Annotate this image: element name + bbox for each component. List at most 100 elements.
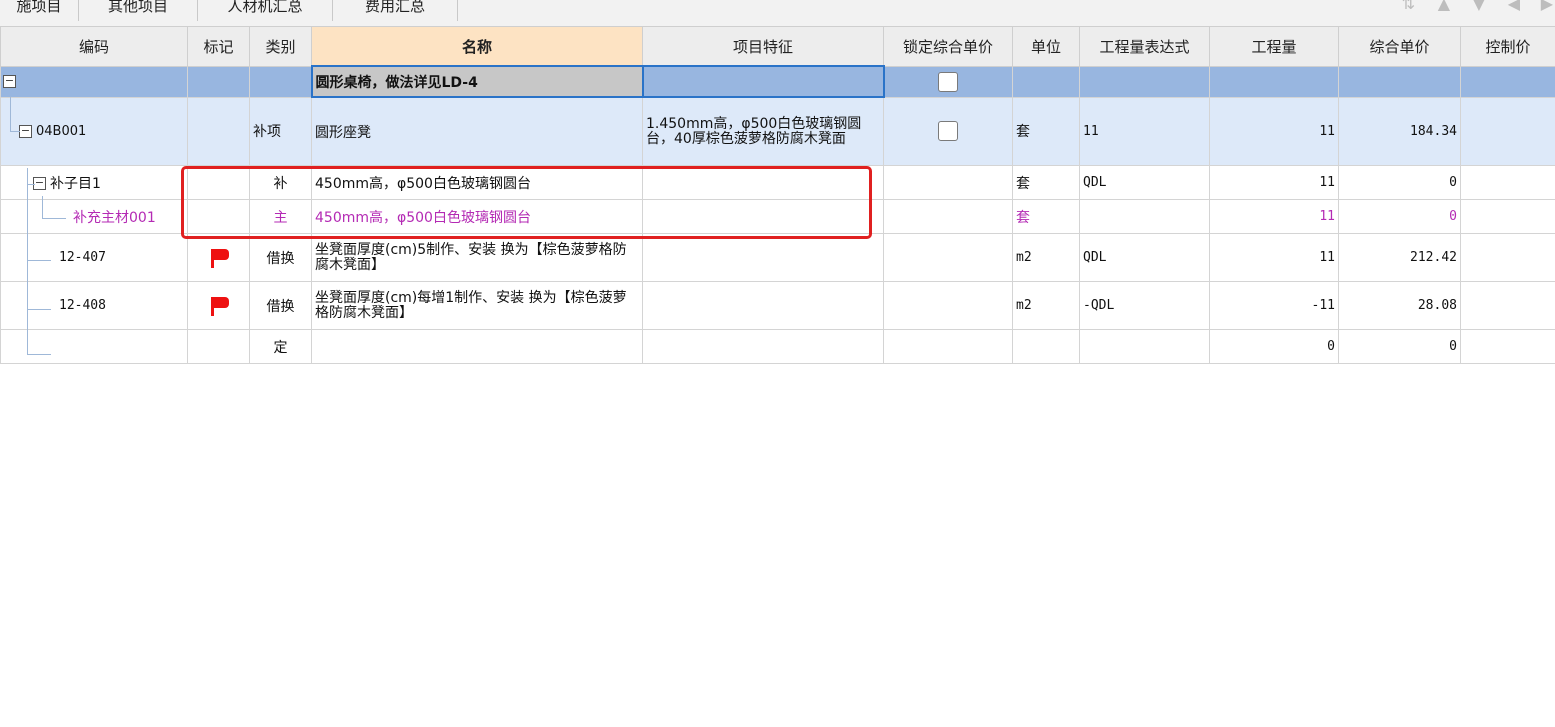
cell-feature[interactable] [641, 65, 885, 98]
table-row[interactable]: 12-408 借换 坐凳面厚度(cm)每增1制作、安装 换为【棕色菠萝格防腐木凳… [0, 281, 1555, 330]
cell-price[interactable]: 0 [1338, 165, 1461, 200]
col-qty-header[interactable]: 工程量 [1209, 26, 1339, 67]
cell-expr[interactable]: QDL [1079, 165, 1210, 200]
cell-qty[interactable] [1209, 65, 1339, 98]
table-row[interactable]: 补充主材001 主 450mm高，φ500白色玻璃钢圆台 套 11 0 [0, 199, 1555, 234]
cell-expr[interactable] [1079, 329, 1210, 364]
cell-mark[interactable] [187, 199, 250, 234]
cell-locked[interactable] [883, 96, 1013, 166]
col-feature-header[interactable]: 项目特征 [642, 26, 884, 67]
cell-code[interactable] [0, 329, 188, 364]
cell-code[interactable]: −04B001 [0, 96, 188, 166]
sort-icon[interactable]: ⇅ [1402, 0, 1415, 13]
cell-feature[interactable] [642, 165, 884, 200]
cell-control[interactable] [1460, 65, 1555, 98]
cell-type[interactable]: 补 [249, 165, 312, 200]
cell-name[interactable]: 坐凳面厚度(cm)每增1制作、安装 换为【棕色菠萝格防腐木凳面】 [311, 281, 643, 330]
move-up-icon[interactable]: ▲ [1438, 0, 1450, 13]
cell-unit[interactable]: m2 [1012, 233, 1080, 282]
cell-unit[interactable] [1012, 65, 1080, 98]
col-control-header[interactable]: 控制价 [1460, 26, 1555, 67]
table-row[interactable]: 定 0 0 [0, 329, 1555, 364]
cell-feature[interactable] [642, 199, 884, 234]
cell-mark[interactable] [187, 65, 250, 98]
tab-fee-summary[interactable]: 费用汇总 [333, 0, 458, 21]
cell-qty[interactable]: -11 [1209, 281, 1339, 330]
cell-type[interactable]: 借换 [249, 233, 312, 282]
cell-price[interactable]: 28.08 [1338, 281, 1461, 330]
move-right-icon[interactable]: ▶ [1541, 0, 1553, 13]
cell-unit[interactable]: 套 [1012, 199, 1080, 234]
cell-qty[interactable]: 0 [1209, 329, 1339, 364]
table-row[interactable]: − 圆形桌椅，做法详见LD-4 [0, 65, 1555, 98]
move-left-icon[interactable]: ◀ [1508, 0, 1520, 13]
cell-qty[interactable]: 11 [1209, 233, 1339, 282]
cell-name[interactable] [311, 329, 643, 364]
cell-name[interactable]: 圆形桌椅，做法详见LD-4 [310, 65, 644, 98]
cell-mark[interactable] [187, 165, 250, 200]
col-locked-price-header[interactable]: 锁定综合单价 [883, 26, 1013, 67]
cell-price[interactable]: 184.34 [1338, 96, 1461, 166]
cell-name[interactable]: 450mm高，φ500白色玻璃钢圆台 [311, 199, 643, 234]
collapse-icon[interactable]: − [19, 124, 32, 138]
collapse-icon[interactable]: − [3, 75, 16, 88]
cell-control[interactable] [1460, 96, 1555, 166]
cell-type[interactable]: 借换 [249, 281, 312, 330]
cell-feature[interactable] [642, 329, 884, 364]
cell-type[interactable]: 补项 [249, 96, 312, 166]
cell-qty[interactable]: 11 [1209, 199, 1339, 234]
cell-type[interactable]: 主 [249, 199, 312, 234]
cell-locked[interactable] [883, 165, 1013, 200]
cell-control[interactable] [1460, 329, 1555, 364]
cell-unit[interactable]: 套 [1012, 165, 1080, 200]
lock-price-checkbox[interactable] [938, 121, 958, 142]
cell-expr[interactable]: -QDL [1079, 281, 1210, 330]
cell-mark[interactable] [187, 96, 250, 166]
flag-icon[interactable] [208, 296, 230, 316]
cell-type[interactable] [249, 65, 312, 98]
cell-qty[interactable]: 11 [1209, 165, 1339, 200]
cell-code[interactable]: 12-408 [0, 281, 188, 330]
cell-control[interactable] [1460, 165, 1555, 200]
lock-price-checkbox[interactable] [938, 71, 959, 92]
cell-control[interactable] [1460, 281, 1555, 330]
cell-control[interactable] [1460, 199, 1555, 234]
flag-icon[interactable] [208, 248, 230, 268]
tab-labor-material-summary[interactable]: 人材机汇总 [198, 0, 333, 21]
cell-unit[interactable]: m2 [1012, 281, 1080, 330]
cell-code[interactable]: − 补子目1 [0, 165, 188, 200]
col-mark-header[interactable]: 标记 [187, 26, 250, 67]
col-name-header[interactable]: 名称 [311, 26, 643, 67]
cell-mark[interactable] [187, 233, 250, 282]
table-row[interactable]: −04B001 补项 圆形座凳 1.450mm高，φ500白色玻璃钢圆台，40厚… [0, 96, 1555, 166]
cell-expr[interactable]: 11 [1079, 96, 1210, 166]
cell-unit[interactable]: 套 [1012, 96, 1080, 166]
cell-price[interactable] [1338, 65, 1461, 98]
table-row[interactable]: − 补子目1 补 450mm高，φ500白色玻璃钢圆台 套 QDL 11 0 [0, 165, 1555, 200]
tab-measures[interactable]: 施项目 [0, 0, 79, 21]
cell-feature[interactable] [642, 233, 884, 282]
cell-mark[interactable] [187, 281, 250, 330]
tab-other-items[interactable]: 其他项目 [79, 0, 198, 21]
cell-code[interactable]: − [0, 65, 188, 98]
cell-expr[interactable] [1079, 65, 1210, 98]
cell-code[interactable]: 补充主材001 [0, 199, 188, 234]
move-down-icon[interactable]: ▼ [1473, 0, 1485, 13]
col-price-header[interactable]: 综合单价 [1338, 26, 1461, 67]
cell-locked[interactable] [883, 233, 1013, 282]
cell-name[interactable]: 450mm高，φ500白色玻璃钢圆台 [311, 165, 643, 200]
cell-price[interactable]: 0 [1338, 199, 1461, 234]
cell-feature[interactable] [642, 281, 884, 330]
col-type-header[interactable]: 类别 [249, 26, 312, 67]
cell-price[interactable]: 212.42 [1338, 233, 1461, 282]
cell-name[interactable]: 坐凳面厚度(cm)5制作、安装 换为【棕色菠萝格防腐木凳面】 [311, 233, 643, 282]
cell-locked[interactable] [883, 65, 1013, 98]
cell-feature[interactable]: 1.450mm高，φ500白色玻璃钢圆台，40厚棕色菠萝格防腐木凳面 [642, 96, 884, 166]
col-unit-header[interactable]: 单位 [1012, 26, 1080, 67]
cell-locked[interactable] [883, 199, 1013, 234]
cell-unit[interactable] [1012, 329, 1080, 364]
col-code-header[interactable]: 编码 [0, 26, 188, 67]
cell-locked[interactable] [883, 281, 1013, 330]
cell-control[interactable] [1460, 233, 1555, 282]
col-expr-header[interactable]: 工程量表达式 [1079, 26, 1210, 67]
